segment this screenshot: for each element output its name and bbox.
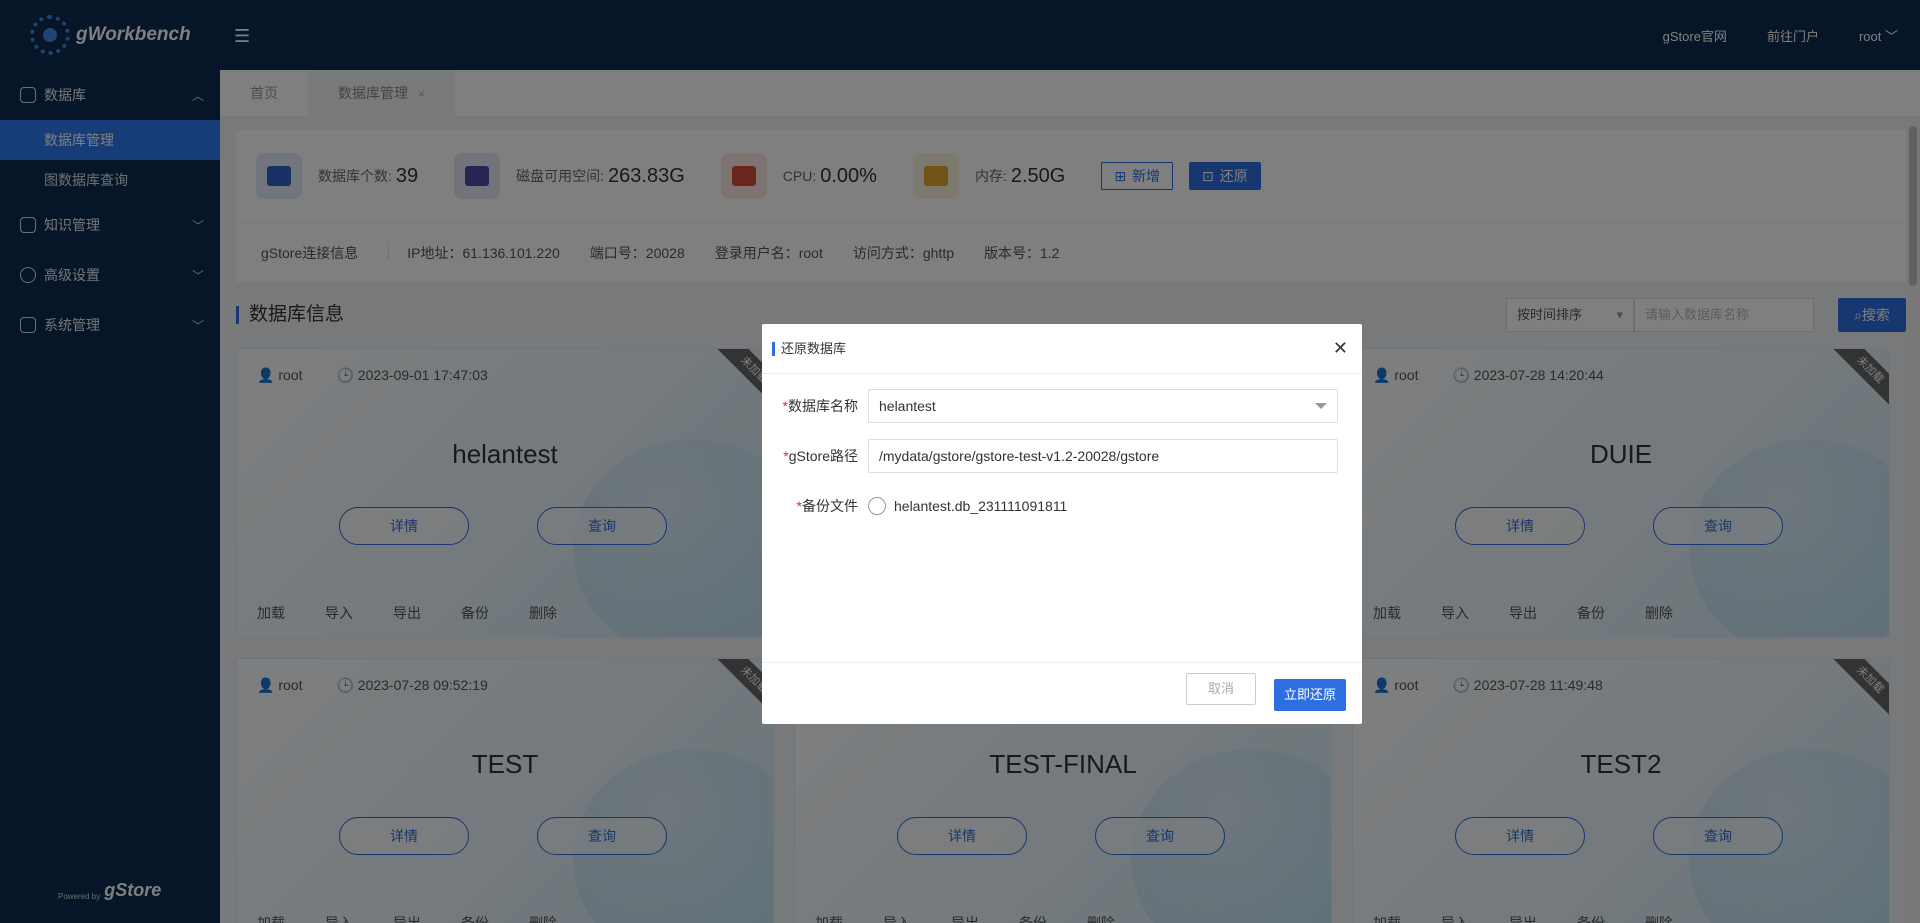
field-label: *备份文件 [796,498,858,514]
field-db-name: *数据库名称 helantest [762,388,1362,424]
backup-file-label: helantest.db_231111091811 [894,498,1068,514]
radio-icon [868,497,886,515]
field-label: *gStore路径 [783,448,858,464]
close-icon[interactable]: ✕ [1333,338,1348,359]
restore-now-button[interactable]: 立即还原 [1274,679,1346,711]
dialog-footer: 取消 立即还原 [762,662,1362,724]
field-backup-file: *备份文件 helantest.db_231111091811 [762,488,1362,524]
db-name-select[interactable]: helantest [868,389,1338,423]
backup-file-radio[interactable]: helantest.db_231111091811 [868,497,1067,515]
cancel-button[interactable]: 取消 [1186,673,1256,705]
chevron-down-icon [1315,403,1327,409]
gstore-path-input[interactable]: /mydata/gstore/gstore-test-v1.2-20028/gs… [868,439,1338,473]
app-root: gWorkbench 数据库 ︿ 数据库管理 图数据库查询 知识管理 ﹀ 高级设… [0,0,1920,923]
field-gstore-path: *gStore路径 /mydata/gstore/gstore-test-v1.… [762,438,1362,474]
dialog-header: 还原数据库 ✕ [762,324,1362,374]
restore-database-dialog: 还原数据库 ✕ *数据库名称 helantest *gStore路径 /myda… [762,324,1362,724]
db-name-value: helantest [879,398,936,414]
dialog-title: 还原数据库 [772,341,846,356]
field-label: *数据库名称 [782,398,858,414]
